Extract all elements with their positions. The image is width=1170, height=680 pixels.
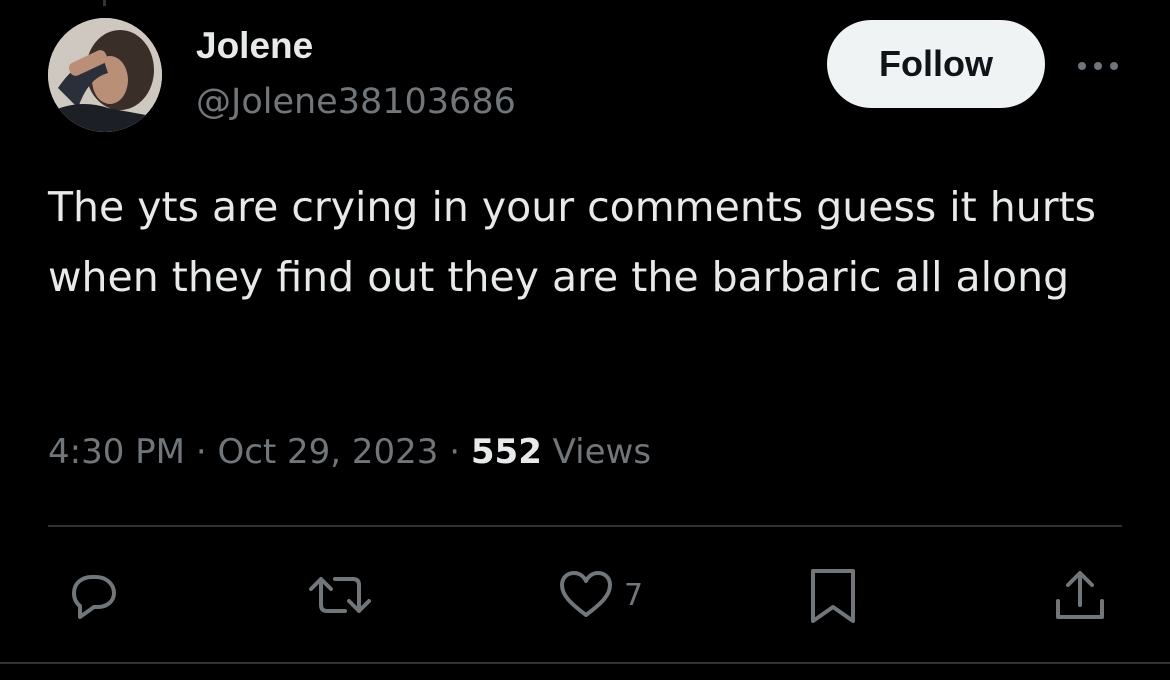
heart-icon xyxy=(560,571,612,617)
avatar[interactable] xyxy=(48,18,162,132)
bookmark-button[interactable] xyxy=(805,565,861,625)
tweet-metadata: 4:30 PM · Oct 29, 2023 · 552 Views xyxy=(48,428,651,476)
share-icon xyxy=(1056,571,1104,619)
tweet-text: The yts are crying in your comments gues… xyxy=(48,183,1097,301)
share-button[interactable] xyxy=(1052,565,1108,625)
follow-button[interactable]: Follow xyxy=(827,20,1045,108)
like-button[interactable]: 7 xyxy=(556,565,643,625)
views-count: 552 xyxy=(470,432,542,472)
meta-separator: · xyxy=(195,432,207,472)
more-options-button[interactable] xyxy=(1070,46,1126,86)
more-horizontal-icon xyxy=(1078,62,1118,70)
retweet-icon xyxy=(309,577,371,613)
tweet-date[interactable]: Oct 29, 2023 xyxy=(217,432,438,472)
retweet-button[interactable] xyxy=(305,565,375,625)
reply-icon xyxy=(72,575,116,619)
like-count: 7 xyxy=(624,577,644,613)
user-handle[interactable]: @Jolene38103686 xyxy=(196,80,516,124)
profile-photo xyxy=(48,18,162,132)
divider xyxy=(0,662,1170,664)
bookmark-icon xyxy=(811,569,855,623)
thread-connector-line xyxy=(103,0,106,6)
display-name[interactable]: Jolene xyxy=(196,24,313,68)
divider xyxy=(48,525,1122,527)
tweet-time[interactable]: 4:30 PM xyxy=(48,432,185,472)
meta-separator: · xyxy=(449,432,461,472)
views-label: Views xyxy=(552,432,652,472)
reply-button[interactable] xyxy=(60,565,122,625)
